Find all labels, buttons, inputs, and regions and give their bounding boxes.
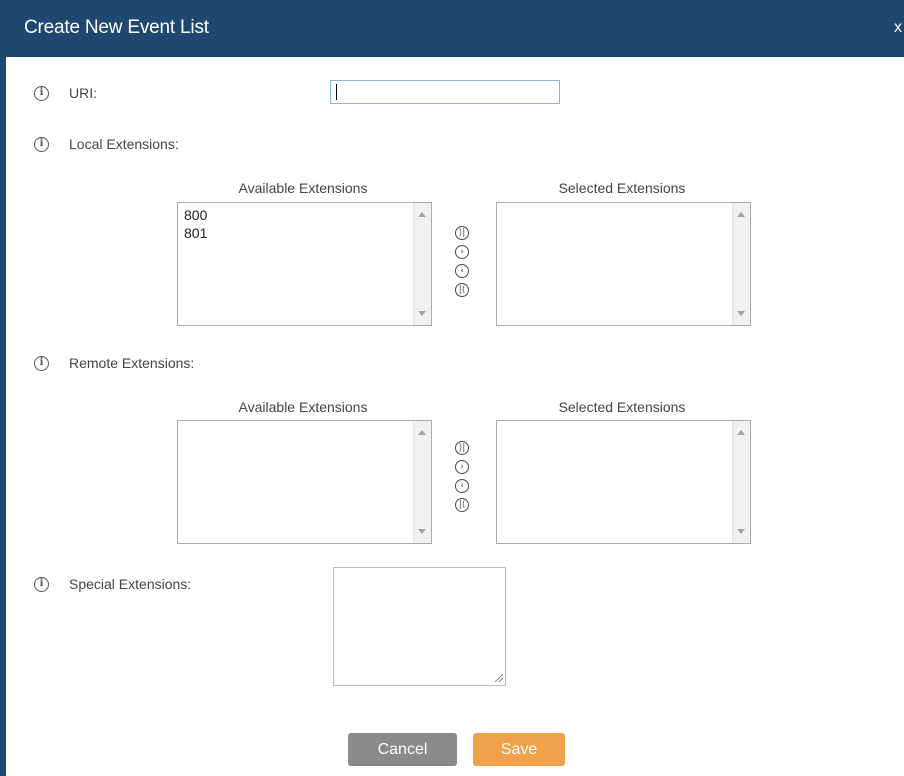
local-extensions-label: Local Extensions: bbox=[69, 136, 179, 152]
move-left-icon[interactable]: ‹ bbox=[455, 264, 469, 278]
move-all-right-icon[interactable]: ⟩| bbox=[455, 226, 469, 240]
save-button[interactable]: Save bbox=[473, 733, 565, 766]
remote-extensions-label: Remote Extensions: bbox=[69, 355, 195, 371]
move-left-icon[interactable]: ‹ bbox=[455, 479, 469, 493]
info-circle-icon[interactable]: i bbox=[34, 136, 49, 152]
move-right-icon[interactable]: › bbox=[455, 245, 469, 259]
scroll-down-icon[interactable] bbox=[737, 529, 745, 534]
text-cursor bbox=[336, 84, 337, 100]
info-circle-icon[interactable]: i bbox=[34, 85, 49, 101]
uri-row: i URI: bbox=[34, 85, 97, 101]
local-available-list[interactable]: 800 801 bbox=[177, 202, 432, 326]
local-move-buttons: ⟩| › ‹ |⟨ bbox=[455, 226, 471, 302]
remote-available-list[interactable] bbox=[177, 420, 432, 544]
scrollbar[interactable] bbox=[732, 203, 750, 325]
list-item[interactable]: 800 bbox=[184, 206, 207, 224]
special-extensions-label: Special Extensions: bbox=[69, 576, 192, 592]
scroll-down-icon[interactable] bbox=[418, 311, 426, 316]
scrollbar[interactable] bbox=[413, 203, 431, 325]
remote-available-header: Available Extensions bbox=[238, 399, 368, 415]
cancel-button[interactable]: Cancel bbox=[348, 733, 457, 766]
dialog-left-border bbox=[0, 0, 6, 776]
resize-grip-icon[interactable] bbox=[495, 674, 503, 682]
remote-extensions-row: i Remote Extensions: bbox=[34, 355, 194, 371]
scrollbar[interactable] bbox=[413, 421, 431, 543]
special-extensions-row: i Special Extensions: bbox=[34, 576, 191, 592]
close-icon[interactable]: x bbox=[894, 19, 902, 37]
scroll-up-icon[interactable] bbox=[418, 430, 426, 435]
local-available-header: Available Extensions bbox=[238, 180, 368, 196]
info-circle-icon[interactable]: i bbox=[34, 355, 49, 371]
scroll-down-icon[interactable] bbox=[737, 311, 745, 316]
move-right-icon[interactable]: › bbox=[455, 460, 469, 474]
move-all-right-icon[interactable]: ⟩| bbox=[455, 441, 469, 455]
remote-selected-header: Selected Extensions bbox=[558, 399, 686, 415]
local-extensions-row: i Local Extensions: bbox=[34, 136, 179, 152]
list-item[interactable]: 801 bbox=[184, 224, 207, 242]
info-circle-icon[interactable]: i bbox=[34, 576, 49, 592]
scroll-up-icon[interactable] bbox=[737, 430, 745, 435]
remote-selected-list[interactable] bbox=[496, 420, 751, 544]
scrollbar[interactable] bbox=[732, 421, 750, 543]
local-available-items: 800 801 bbox=[184, 206, 207, 242]
move-all-left-icon[interactable]: |⟨ bbox=[455, 498, 469, 512]
scroll-down-icon[interactable] bbox=[418, 529, 426, 534]
dialog-header: Create New Event List x bbox=[0, 0, 904, 57]
uri-input[interactable] bbox=[330, 80, 560, 104]
move-all-left-icon[interactable]: |⟨ bbox=[455, 283, 469, 297]
special-extensions-textarea[interactable] bbox=[333, 567, 506, 686]
local-selected-list[interactable] bbox=[496, 202, 751, 326]
remote-move-buttons: ⟩| › ‹ |⟨ bbox=[455, 441, 471, 517]
scroll-up-icon[interactable] bbox=[418, 212, 426, 217]
local-selected-header: Selected Extensions bbox=[558, 180, 686, 196]
scroll-up-icon[interactable] bbox=[737, 212, 745, 217]
uri-label: URI: bbox=[69, 85, 97, 101]
dialog-title: Create New Event List bbox=[24, 17, 209, 38]
